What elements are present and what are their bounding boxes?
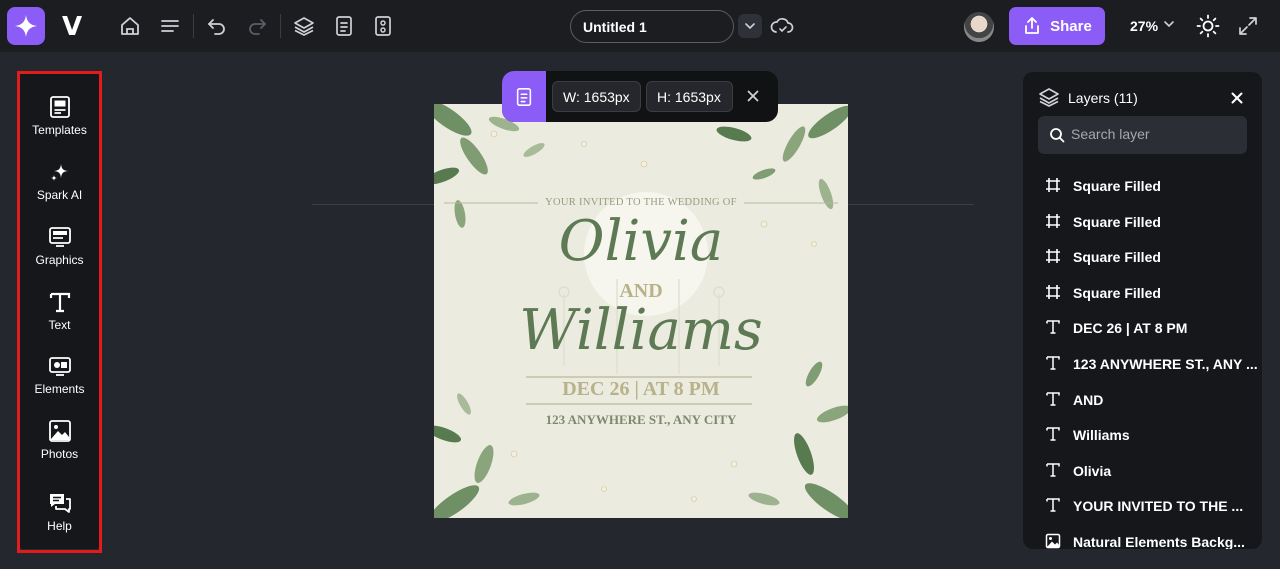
layer-row[interactable]: DEC 26 | AT 8 PM — [1045, 318, 1245, 338]
frame-icon — [1045, 213, 1061, 229]
date-text[interactable]: DEC 26 | AT 8 PM — [434, 378, 848, 401]
name2-text[interactable]: Williams — [434, 303, 848, 359]
address-text[interactable]: 123 ANYWHERE ST., ANY CITY — [434, 412, 848, 428]
undo-button[interactable] — [205, 14, 229, 38]
share-button[interactable]: Share — [1009, 7, 1105, 45]
pages-button[interactable] — [332, 14, 356, 38]
document-icon — [516, 87, 532, 106]
layer-row[interactable]: Natural Elements Backg... — [1045, 532, 1245, 549]
zoom-dropdown[interactable] — [1163, 18, 1175, 30]
document-title-input[interactable]: Untitled 1 — [570, 10, 734, 43]
chevron-down-icon — [745, 23, 755, 30]
close-size-toolbar-button[interactable] — [745, 88, 761, 104]
layer-name: YOUR INVITED TO THE ... — [1073, 498, 1244, 515]
design-canvas[interactable]: YOUR INVITED TO THE WEDDING OF Olivia AN… — [434, 104, 848, 518]
search-placeholder: Search layer — [1071, 126, 1150, 142]
layer-name: Williams — [1073, 427, 1130, 444]
width-field[interactable]: W: 1653px — [552, 81, 641, 112]
expand-icon — [1239, 17, 1257, 35]
frame-icon — [1045, 248, 1061, 264]
layer-row[interactable]: Square Filled — [1045, 176, 1245, 196]
toolbar-divider — [193, 14, 194, 38]
layers-panel-title: Layers (11) — [1068, 90, 1138, 106]
settings-button[interactable] — [371, 14, 395, 38]
text-icon — [1045, 497, 1061, 513]
top-toolbar: V Untitled 1 Share 27% — [0, 0, 1280, 52]
home-button[interactable] — [118, 14, 142, 38]
close-layers-button[interactable] — [1229, 90, 1245, 106]
name1-text[interactable]: Olivia — [434, 214, 848, 270]
text-icon — [1045, 319, 1061, 335]
layer-name: Square Filled — [1073, 213, 1161, 230]
invite-line-text[interactable]: YOUR INVITED TO THE WEDDING OF — [434, 197, 848, 208]
layer-row[interactable]: Williams — [1045, 425, 1245, 445]
frame-icon — [1045, 284, 1061, 300]
redo-icon — [249, 19, 266, 35]
adjustments-icon — [375, 16, 391, 36]
document-icon — [336, 16, 352, 36]
text-icon — [1045, 391, 1061, 407]
fullscreen-button[interactable] — [1236, 14, 1260, 38]
layer-search-input[interactable]: Search layer — [1038, 116, 1247, 154]
title-dropdown-button[interactable] — [738, 14, 762, 38]
chevron-down-icon — [1164, 21, 1174, 28]
layer-name: Natural Elements Backg... — [1073, 534, 1245, 549]
image-icon — [1045, 533, 1061, 549]
sun-icon — [1196, 14, 1220, 38]
layers-icon — [1038, 86, 1060, 108]
layers-panel: Layers (11) Search layer Square Filled Sq… — [1023, 72, 1262, 549]
menu-button[interactable] — [158, 14, 182, 38]
layer-row[interactable]: YOUR INVITED TO THE ... — [1045, 496, 1245, 516]
layers-button[interactable] — [292, 14, 316, 38]
app-logo[interactable]: V — [62, 12, 82, 42]
layer-row[interactable]: Olivia — [1045, 461, 1245, 481]
close-icon — [1231, 92, 1243, 104]
share-icon — [1025, 17, 1040, 34]
theme-toggle-button[interactable] — [1196, 14, 1220, 38]
layer-name: Square Filled — [1073, 178, 1161, 194]
layer-row[interactable]: Square Filled — [1045, 283, 1245, 303]
close-icon — [747, 90, 759, 102]
search-icon — [1050, 128, 1065, 143]
text-icon — [1045, 355, 1061, 371]
cloud-sync-icon — [770, 18, 794, 33]
sparkle-logo-icon — [15, 15, 37, 37]
layer-name: AND — [1073, 391, 1104, 408]
menu-icon — [161, 20, 179, 32]
layer-name: Olivia — [1073, 462, 1112, 479]
cloud-sync-button[interactable] — [770, 14, 794, 38]
toolbar-divider — [280, 14, 281, 38]
layer-row[interactable]: AND — [1045, 390, 1245, 410]
layer-name: DEC 26 | AT 8 PM — [1073, 320, 1188, 337]
layer-name: Square Filled — [1073, 284, 1161, 301]
layers-icon — [294, 17, 314, 36]
text-icon — [1045, 426, 1061, 442]
user-avatar[interactable] — [964, 12, 994, 42]
layer-row[interactable]: 123 ANYWHERE ST., ANY ... — [1045, 354, 1258, 374]
home-icon — [121, 17, 139, 35]
redo-button[interactable] — [245, 14, 269, 38]
share-label: Share — [1050, 17, 1092, 35]
layer-row[interactable]: Square Filled — [1045, 212, 1245, 232]
spark-logo-button[interactable] — [7, 7, 45, 45]
zoom-level[interactable]: 27% — [1130, 18, 1158, 34]
frame-icon — [1045, 177, 1061, 193]
layer-row[interactable]: Square Filled — [1045, 247, 1245, 267]
layer-name: Square Filled — [1073, 249, 1161, 266]
text-icon — [1045, 462, 1061, 478]
height-field[interactable]: H: 1653px — [646, 81, 733, 112]
sidebar-highlight-outline — [17, 71, 102, 553]
undo-icon — [208, 19, 225, 35]
layer-name: 123 ANYWHERE ST., ANY ... — [1073, 356, 1258, 372]
page-settings-button[interactable] — [502, 71, 546, 122]
